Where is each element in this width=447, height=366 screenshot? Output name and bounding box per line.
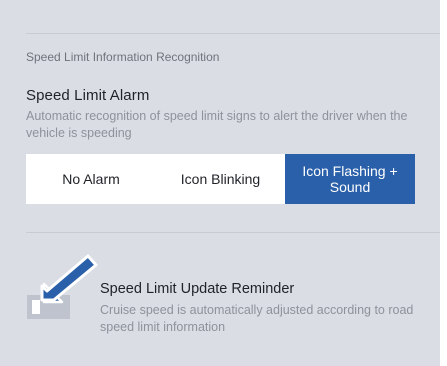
speed-limit-alarm-description: Automatic recognition of speed limit sig… <box>26 109 408 140</box>
update-reminder-description: Cruise speed is automatically adjusted a… <box>100 303 414 334</box>
middle-divider <box>26 232 440 233</box>
arrow-pointer-icon <box>40 254 98 304</box>
toggle-knob <box>32 300 40 314</box>
option-icon-flashing-sound[interactable]: Icon Flashing + Sound <box>285 154 415 204</box>
top-divider <box>26 33 440 34</box>
speed-limit-alarm-title: Speed Limit Alarm <box>26 87 150 104</box>
alarm-mode-selector: No Alarm Icon Blinking Icon Flashing + S… <box>26 154 415 204</box>
settings-panel: Speed Limit Information Recognition Spee… <box>0 0 440 366</box>
option-no-alarm[interactable]: No Alarm <box>26 154 156 204</box>
section-title: Speed Limit Information Recognition <box>26 50 220 64</box>
update-reminder-title: Speed Limit Update Reminder <box>100 281 295 297</box>
option-icon-blinking[interactable]: Icon Blinking <box>156 154 285 204</box>
